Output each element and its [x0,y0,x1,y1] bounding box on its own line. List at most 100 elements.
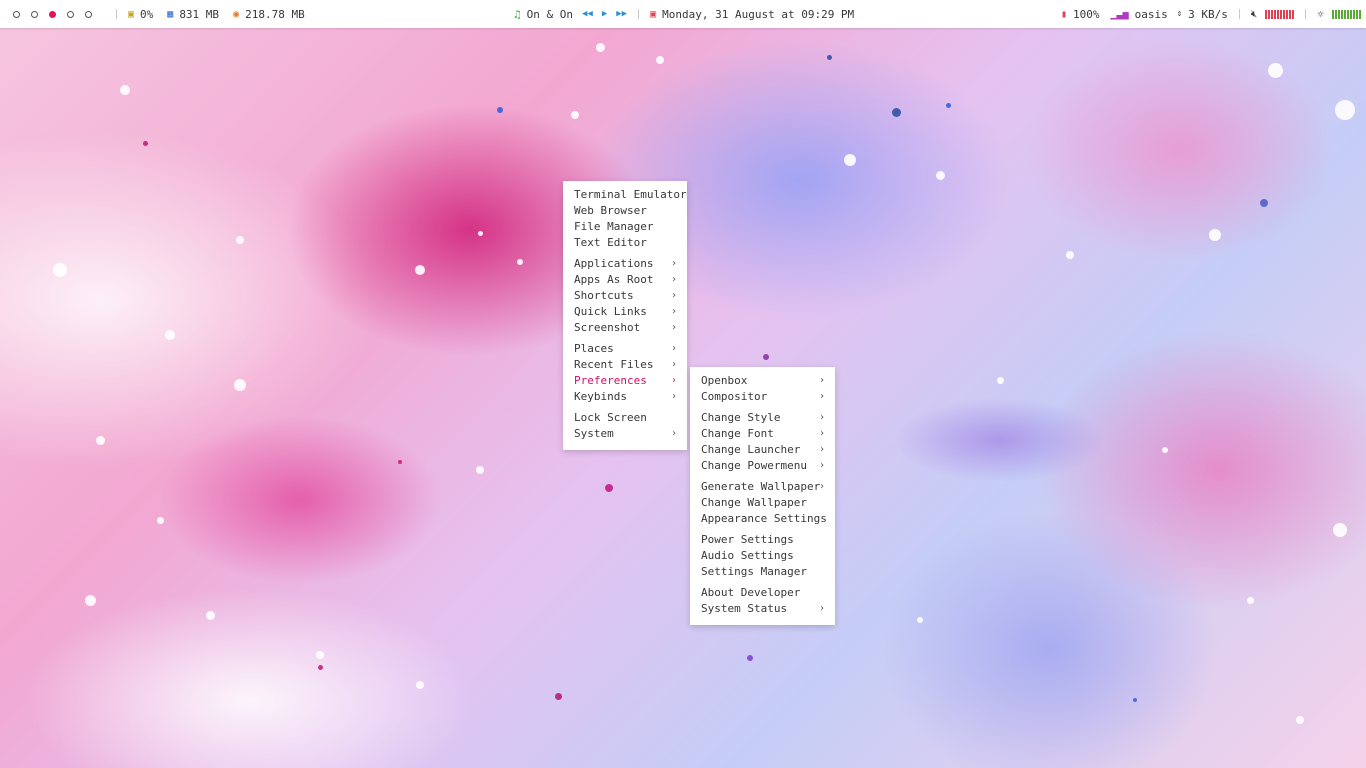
menu-item-about-developer[interactable]: About Developer [690,585,835,601]
brightness-icon[interactable]: ☼ [1317,8,1324,21]
workspace-indicator[interactable] [67,10,74,18]
workspace-indicator[interactable] [85,10,92,18]
menu-item-label: Change Wallpaper [701,496,807,509]
volume-level-bar[interactable] [1265,9,1295,19]
wallpaper-bubble [497,107,503,113]
wallpaper-bubble [165,330,175,340]
wallpaper-bubble [317,664,323,670]
wallpaper-bubble [844,154,856,166]
brightness-bar-segment [1340,9,1343,19]
menu-item-label: Settings Manager [701,565,807,578]
menu-item-text-editor[interactable]: Text Editor [563,235,687,251]
menu-item-recent-files[interactable]: Recent Files › [563,357,687,373]
wallpaper-bubble [1296,716,1304,724]
menu-item-settings-manager[interactable]: Settings Manager [690,564,835,580]
calendar-icon: ▣ [650,8,657,20]
mute-icon[interactable]: 🔇︎ [1251,9,1257,20]
chevron-right-icon: › [670,306,677,317]
chevron-right-icon: › [818,428,825,439]
chevron-right-icon: › [818,375,825,386]
menu-item-terminal-emulator[interactable]: Terminal Emulator [563,187,687,203]
menu-item-compositor[interactable]: Compositor › [690,389,835,405]
menu-item-file-manager[interactable]: File Manager [563,219,687,235]
now-playing-title[interactable]: On & On [527,8,573,21]
separator [116,9,117,19]
menu-item-change-wallpaper[interactable]: Change Wallpaper [690,495,835,511]
next-track-icon[interactable]: ▶▶ [616,9,627,19]
wallpaper-bubble [205,610,215,620]
memory-usage: 831 MB [179,7,220,21]
menu-item-places[interactable]: Places › [563,341,687,357]
menu-item-label: System [574,427,614,440]
chevron-right-icon: › [670,343,677,354]
chevron-right-icon: › [670,428,677,439]
menu-item-power-settings[interactable]: Power Settings [690,532,835,548]
chevron-right-icon: › [818,444,825,455]
wallpaper-bubble [935,170,945,180]
menu-item-system-status[interactable]: System Status › [690,601,835,617]
menu-item-label: Power Settings [701,533,794,546]
chevron-right-icon: › [670,359,677,370]
wallpaper-bubble [1335,100,1355,120]
preferences-submenu: Openbox › Compositor › Change Style › Change F… [690,367,835,625]
menu-item-web-browser[interactable]: Web Browser [563,203,687,219]
wallpaper-bubble [1260,199,1268,207]
menu-item-keybinds[interactable]: Keybinds › [563,389,687,405]
network-ssid[interactable]: oasis [1135,8,1168,21]
menu-item-openbox[interactable]: Openbox › [690,373,835,389]
volume-bar-segment [1265,9,1268,19]
brightness-bar-segment [1331,9,1334,19]
chevron-right-icon: › [670,274,677,285]
wallpaper-bubble [1267,62,1283,78]
separator [638,9,640,19]
menu-item-audio-settings[interactable]: Audio Settings [690,548,835,564]
top-panel: ▣ 0% ▦ 831 MB ◉ 218.78 MB ♫ On & On ◀◀ ▶… [0,0,1366,28]
chevron-right-icon: › [818,391,825,402]
brightness-bar-segment [1337,9,1340,19]
workspace-indicator[interactable] [31,10,38,18]
menu-item-change-font[interactable]: Change Font › [690,426,835,442]
music-note-icon: ♫ [514,7,521,21]
workspace-indicator[interactable] [13,10,20,18]
menu-item-label: Preferences [574,374,647,387]
volume-bar-segment [1268,9,1271,19]
menu-item-label: Quick Links [574,305,647,318]
menu-item-screenshot[interactable]: Screenshot › [563,320,687,336]
menu-item-applications[interactable]: Applications › [563,256,687,272]
battery-level: 100% [1073,7,1100,21]
brightness-bar-segment [1355,9,1358,19]
menu-item-shortcuts[interactable]: Shortcuts › [563,288,687,304]
menu-item-label: Screenshot [574,321,641,334]
menu-item-label: Web Browser [574,204,647,217]
menu-item-label: System Status [701,602,788,615]
menu-item-system[interactable]: System › [563,426,687,442]
wallpaper-bubble [477,230,483,236]
menu-item-change-style[interactable]: Change Style › [690,410,835,426]
wallpaper-bubble [416,681,424,689]
wallpaper-bubble [398,460,402,464]
menu-item-apps-as-root[interactable]: Apps As Root › [563,272,687,288]
menu-item-change-powermenu[interactable]: Change Powermenu › [690,458,835,474]
volume-bar-segment [1286,9,1289,19]
menu-item-lock-screen[interactable]: Lock Screen [563,410,687,426]
wallpaper-bubble [53,263,67,277]
menu-item-preferences[interactable]: Preferences › [563,373,687,389]
wallpaper-bubble [605,484,613,492]
menu-item-quick-links[interactable]: Quick Links › [563,304,687,320]
menu-item-change-launcher[interactable]: Change Launcher › [690,442,835,458]
chevron-right-icon: › [670,258,677,269]
brightness-bar-segment [1349,9,1352,19]
wallpaper-bubble [156,516,164,524]
workspace-indicator[interactable] [49,10,56,18]
volume-bar-segment [1274,9,1277,19]
wallpaper-bubble [1133,698,1137,702]
chevron-right-icon: › [670,290,677,301]
previous-track-icon[interactable]: ◀◀ [582,9,593,19]
menu-item-appearance-settings[interactable]: Appearance Settings [690,511,835,527]
menu-item-generate-wallpaper[interactable]: Generate Wallpaper › [690,479,835,495]
menu-item-label: About Developer [701,586,801,599]
cpu-icon: ▣ [128,8,135,20]
play-icon[interactable]: ▶ [602,9,607,19]
brightness-level-bar[interactable] [1331,9,1361,19]
date-time[interactable]: Monday, 31 August at 09:29 PM [662,8,854,21]
